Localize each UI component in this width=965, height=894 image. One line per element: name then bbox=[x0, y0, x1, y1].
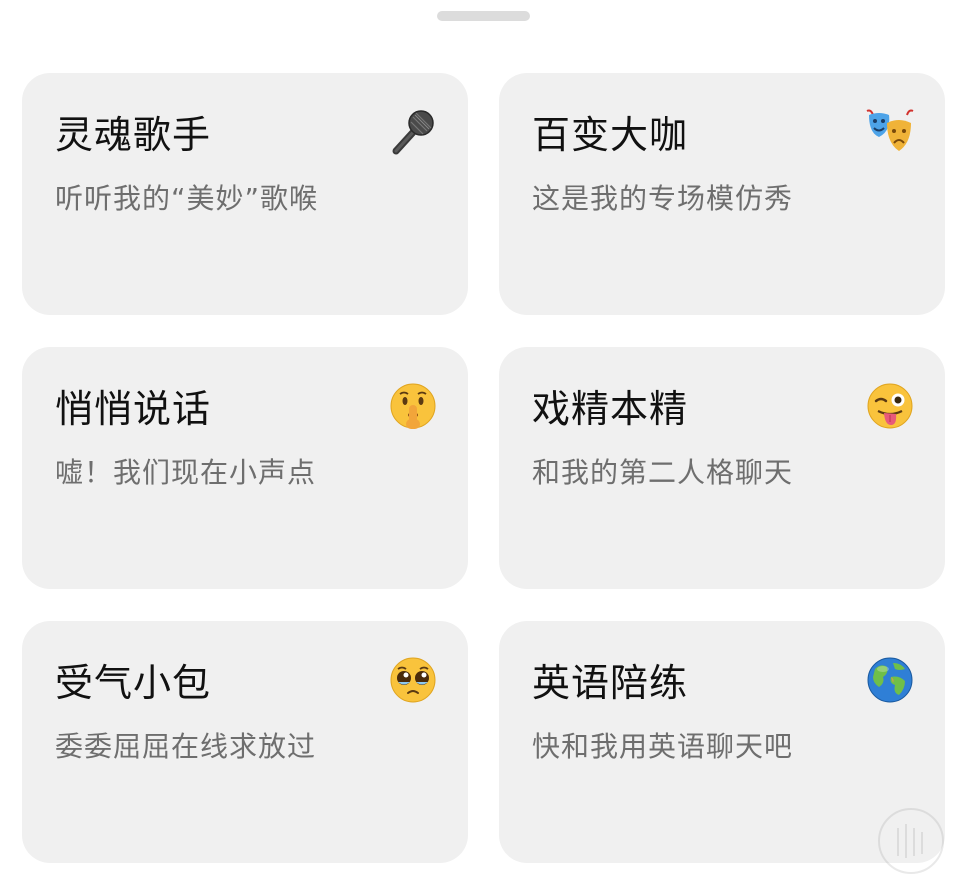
card-title: 灵魂歌手 bbox=[55, 113, 212, 157]
persona-grid: 灵魂歌手 听听我的“美妙”歌喉 百变大咖 这是我的专场模仿秀 悄悄说话 嘘！我们… bbox=[22, 73, 945, 863]
microphone-icon bbox=[388, 107, 438, 157]
winking-tongue-face-icon bbox=[865, 381, 915, 431]
globe-icon bbox=[865, 655, 915, 705]
persona-card-pushover[interactable]: 受气小包 委委屈屈在线求放过 bbox=[22, 621, 468, 863]
card-description: 快和我用英语聊天吧 bbox=[532, 730, 794, 763]
drag-handle[interactable] bbox=[437, 11, 530, 21]
card-description: 听听我的“美妙”歌喉 bbox=[55, 182, 319, 215]
card-description: 这是我的专场模仿秀 bbox=[532, 182, 794, 215]
card-title: 受气小包 bbox=[55, 661, 212, 705]
persona-card-whisper[interactable]: 悄悄说话 嘘！我们现在小声点 bbox=[22, 347, 468, 589]
card-title: 戏精本精 bbox=[532, 387, 689, 431]
card-title: 英语陪练 bbox=[532, 661, 689, 705]
card-title: 悄悄说话 bbox=[55, 387, 212, 431]
card-description: 嘘！我们现在小声点 bbox=[55, 456, 317, 489]
persona-card-soul-singer[interactable]: 灵魂歌手 听听我的“美妙”歌喉 bbox=[22, 73, 468, 315]
persona-card-drama-queen[interactable]: 戏精本精 和我的第二人格聊天 bbox=[499, 347, 945, 589]
pleading-face-icon bbox=[388, 655, 438, 705]
watermark-logo bbox=[876, 806, 946, 876]
card-title: 百变大咖 bbox=[532, 113, 689, 157]
card-description: 委委屈屈在线求放过 bbox=[55, 730, 317, 763]
shushing-face-icon bbox=[388, 381, 438, 431]
persona-card-impressionist[interactable]: 百变大咖 这是我的专场模仿秀 bbox=[499, 73, 945, 315]
theater-masks-icon bbox=[865, 107, 915, 157]
card-description: 和我的第二人格聊天 bbox=[532, 456, 794, 489]
